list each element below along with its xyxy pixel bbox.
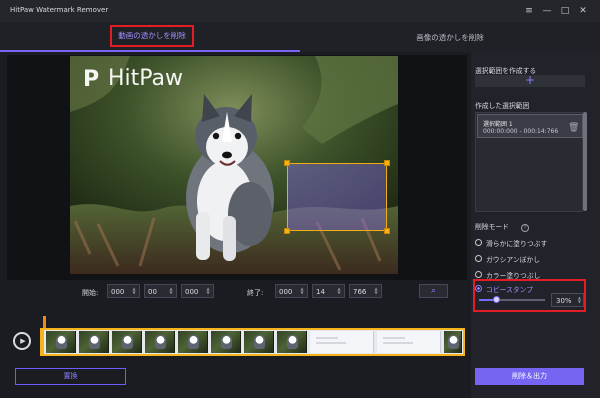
end-seconds-field[interactable]: 14 ▲ ▼ (312, 284, 345, 298)
start-hours-value: 000 (111, 288, 125, 296)
stamp-percent-value: 30% (556, 297, 572, 305)
thumbnail-line (316, 342, 346, 344)
end-milliseconds-field[interactable]: 766 ▲ ▼ (349, 284, 382, 298)
start-hours-field[interactable]: 000 ▲ ▼ (107, 284, 140, 298)
radio-icon[interactable] (475, 239, 482, 246)
start-milliseconds-value: 000 (185, 288, 199, 296)
thumbnail-line (383, 337, 405, 339)
puppy-thumbnail-icon (155, 335, 166, 349)
tab-video-label[interactable]: 動画の透かしを削除 (110, 25, 194, 47)
radio-icon[interactable] (475, 271, 482, 278)
range-time: 000:00:000 - 000:14:766 (483, 128, 559, 135)
help-icon[interactable]: ? (521, 224, 529, 232)
stamp-percent-field[interactable]: 30% ▲ ▼ (551, 293, 584, 307)
mode-label: ガウシアンぼかし (486, 256, 541, 264)
puppy-thumbnail-icon (448, 335, 459, 349)
selection-range-item[interactable]: 選択範囲 1 000:00:000 - 000:14:766 🗑 (477, 114, 583, 138)
tab-image-watermark[interactable]: 画像の透かしを削除 (300, 22, 600, 52)
copy-stamp-highlight: 30% ▲ ▼ (473, 279, 586, 312)
mode-option-smooth-fill[interactable]: 滑らかに塗りつぶす (475, 237, 587, 249)
end-seconds-value: 14 (316, 288, 325, 296)
stepper-icon[interactable]: ▲ ▼ (205, 287, 211, 296)
selection-range-list: 選択範囲 1 000:00:000 - 000:14:766 🗑 (475, 112, 583, 212)
thumbnail-line (316, 337, 338, 339)
selection-handle-top-left[interactable] (284, 160, 290, 166)
tab-image-label[interactable]: 画像の透かしを削除 (300, 32, 600, 43)
selection-handle-bottom-left[interactable] (284, 228, 290, 234)
video-thumbnail (444, 331, 462, 353)
selection-handle-bottom-right[interactable] (384, 228, 390, 234)
trash-icon[interactable]: 🗑 (568, 123, 579, 133)
close-icon[interactable]: ✕ (576, 4, 590, 18)
search-refresh-button[interactable]: ⌕ (419, 284, 448, 298)
stepper-icon[interactable]: ▲ ▼ (168, 287, 174, 296)
puppy-thumbnail-icon (221, 335, 232, 349)
video-thumbnail (79, 331, 109, 353)
stepper-icon[interactable]: ▲ ▼ (299, 287, 305, 296)
maximize-icon[interactable]: □ (558, 4, 572, 18)
start-seconds-value: 00 (148, 288, 157, 296)
thumbnail-line (383, 342, 413, 344)
stepper-icon[interactable]: ▲ ▼ (578, 296, 581, 304)
hitpaw-logo-mark: P (83, 67, 100, 92)
stepper-icon[interactable]: ▲ ▼ (131, 287, 137, 296)
puppy-thumbnail-icon (122, 335, 133, 349)
video-thumbnail (277, 331, 307, 353)
created-range-heading: 作成した選択範囲 (475, 102, 530, 110)
start-milliseconds-field[interactable]: 000 ▲ ▼ (181, 284, 214, 298)
watermark-text: HitPaw (108, 66, 184, 91)
video-thumbnail (145, 331, 175, 353)
puppy-thumbnail-icon (287, 335, 298, 349)
timeline-filmstrip[interactable] (40, 328, 465, 356)
menu-icon[interactable]: ≡ (522, 4, 536, 18)
removal-mode-heading: 削除モード (475, 223, 509, 231)
mode-option-gaussian-blur[interactable]: ガウシアンぼかし (475, 253, 587, 265)
panel-scrollbar[interactable] (583, 112, 587, 211)
mode-label: 滑らかに塗りつぶす (486, 240, 548, 248)
white-video-thumbnail (310, 331, 374, 353)
tab-video-watermark[interactable]: 動画の透かしを削除 (0, 22, 300, 52)
timeline[interactable]: ▶ (0, 312, 474, 364)
play-button[interactable]: ▶ (13, 332, 31, 350)
end-hours-field[interactable]: 000 ▲ ▼ (275, 284, 308, 298)
range-name: 選択範囲 1 (483, 121, 513, 128)
puppy-thumbnail-icon (188, 335, 199, 349)
puppy-thumbnail-icon (89, 335, 100, 349)
video-thumbnail (178, 331, 208, 353)
stepper-icon[interactable]: ▲ ▼ (336, 287, 342, 296)
white-video-thumbnail (377, 331, 441, 353)
radio-icon[interactable] (475, 255, 482, 262)
video-thumbnail (244, 331, 274, 353)
video-thumbnail (46, 331, 76, 353)
tab-bar: 動画の透かしを削除 画像の透かしを削除 (0, 22, 600, 52)
minimize-icon[interactable]: — (540, 4, 554, 18)
end-hours-value: 000 (279, 288, 293, 296)
video-thumbnail (211, 331, 241, 353)
time-controls: 開始: 000 ▲ ▼ 00 ▲ ▼ 000 ▲ ▼ 終了: 000 ▲ ▼ 14 ▲ ▼ 766 ▲… (0, 284, 474, 302)
app-title: HitPaw Watermark Remover (10, 6, 109, 14)
add-selection-range-button[interactable]: + (475, 74, 585, 87)
start-seconds-field[interactable]: 00 ▲ ▼ (144, 284, 177, 298)
title-bar: HitPaw Watermark Remover ≡ — □ ✕ (0, 0, 600, 22)
removal-settings-panel: 選択範囲を作成する + 作成した選択範囲 選択範囲 1 000:00:000 -… (471, 52, 600, 398)
video-preview[interactable]: P HitPaw (70, 56, 398, 274)
timeline-start-handle[interactable] (40, 328, 44, 356)
video-thumbnail (112, 331, 142, 353)
slider-handle[interactable] (493, 296, 500, 303)
start-label: 開始: (82, 289, 99, 297)
puppy-thumbnail-icon (254, 335, 265, 349)
end-label: 終了: (247, 289, 264, 297)
stepper-icon[interactable]: ▲ ▼ (373, 287, 379, 296)
selection-handle-top-right[interactable] (384, 160, 390, 166)
puppy-thumbnail-icon (56, 335, 67, 349)
replace-button[interactable]: 置換 (15, 368, 126, 385)
watermark-selection-box[interactable] (284, 160, 390, 234)
end-milliseconds-value: 766 (353, 288, 367, 296)
remove-and-export-button[interactable]: 削除＆出力 (475, 368, 584, 385)
